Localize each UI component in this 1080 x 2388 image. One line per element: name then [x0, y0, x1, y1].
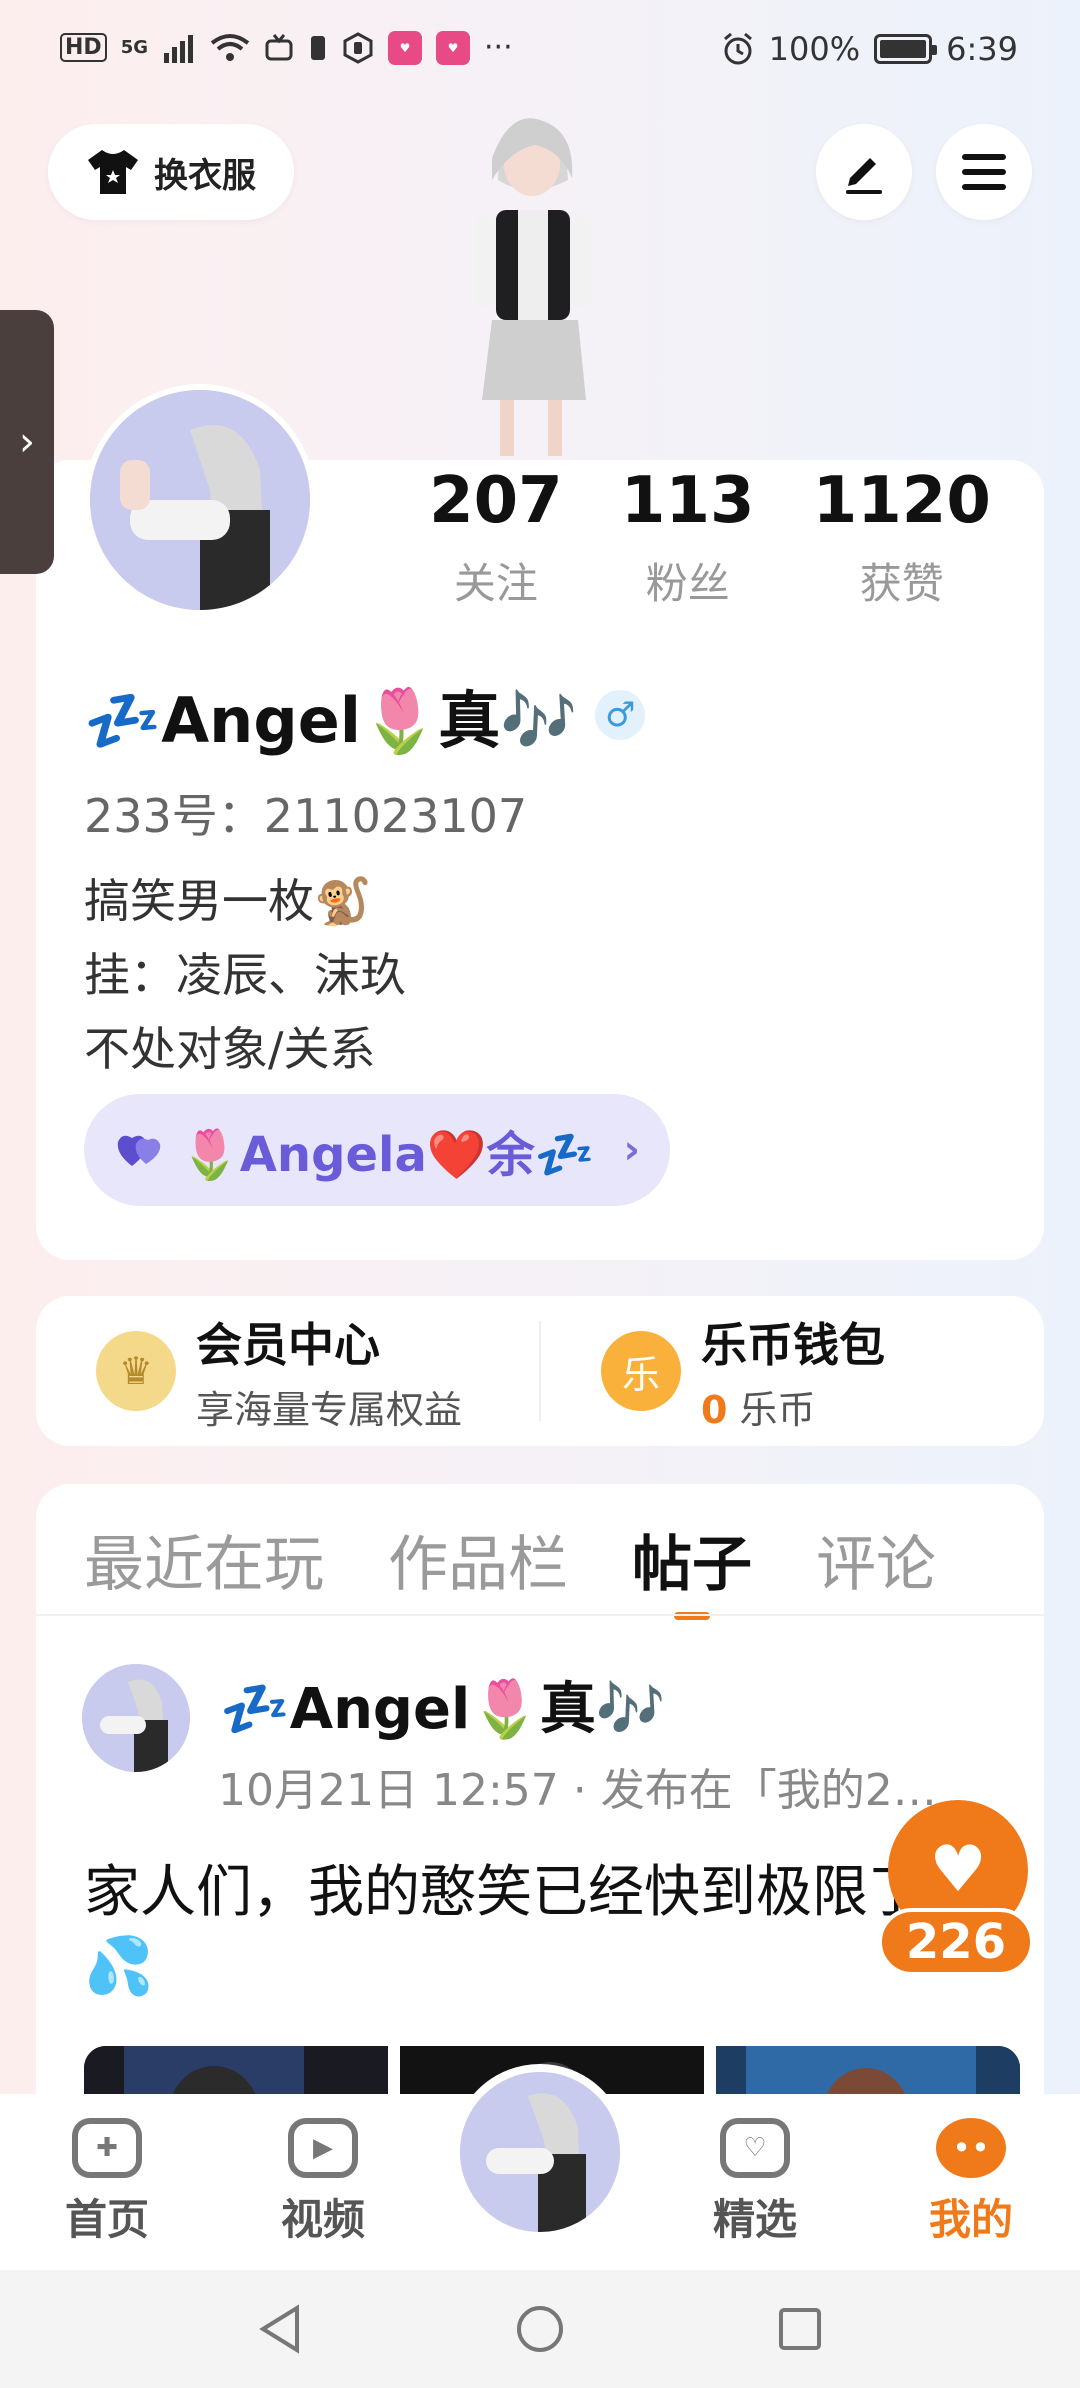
bio-line: 不处对象/关系: [84, 1022, 376, 1076]
more-notifications-icon: ···: [484, 30, 513, 65]
tab-works[interactable]: 作品栏: [388, 1516, 568, 1606]
home-circle-icon: [517, 2306, 563, 2352]
content-tabs: 最近在玩 作品栏 帖子 评论: [84, 1516, 936, 1620]
gender-male-icon: ♂: [595, 690, 646, 740]
sim-icon: [311, 35, 325, 60]
recents-button[interactable]: [770, 2299, 830, 2359]
nav-home[interactable]: ✚ 首页: [32, 2118, 182, 2247]
stat-value: 1120: [812, 464, 991, 538]
nav-label: 视频: [280, 2195, 365, 2244]
app-notification-icon: ♥: [436, 30, 470, 65]
stat-likes[interactable]: 1120 获赞: [813, 460, 991, 610]
hamburger-icon: [962, 154, 1006, 190]
back-button[interactable]: [250, 2299, 310, 2359]
nav-video[interactable]: ▶ 视频: [248, 2118, 398, 2247]
gamepad-icon: ✚: [72, 2118, 142, 2178]
network-indicator: 5G: [120, 37, 148, 58]
status-left: HD 5G ♥ ♥ ···: [60, 30, 513, 65]
nav-label: 首页: [64, 2195, 149, 2244]
edit-profile-button[interactable]: [816, 124, 912, 220]
hand-icon: [343, 31, 373, 64]
double-heart-icon: [117, 1135, 161, 1166]
cp-relationship-button[interactable]: 🌷Angela❤️余💤 ›: [84, 1094, 670, 1206]
profile-avatar[interactable]: [84, 384, 316, 616]
status-right: 100% 6:39: [721, 30, 1018, 68]
battery-percent: 100%: [768, 30, 861, 68]
stat-label: 粉丝: [645, 559, 730, 608]
tv-icon: [265, 33, 293, 60]
post-author-avatar[interactable]: [82, 1664, 190, 1772]
system-nav-bar: [0, 2270, 1080, 2388]
stat-label: 关注: [453, 559, 538, 608]
tabs-divider: [36, 1614, 1044, 1616]
profile-stats: 207 关注 113 粉丝 1120 获赞: [400, 460, 1020, 610]
post-author-name[interactable]: 💤Angel🌷真🎶: [220, 1664, 666, 1745]
member-center-button[interactable]: ♛ 会员中心 享海量专属权益: [36, 1316, 539, 1432]
shirt-icon: [88, 150, 138, 194]
side-drawer-toggle[interactable]: ›: [0, 310, 54, 574]
nav-label: 精选: [712, 2195, 797, 2244]
user-id[interactable]: 233号：211023107: [84, 780, 527, 846]
bio-line: 挂：凌辰、沫玖: [84, 948, 406, 1002]
crown-icon: ♛: [96, 1331, 176, 1411]
bottom-nav: ✚ 首页 ▶ 视频 ♡ 精选 •• 我的: [0, 2064, 1080, 2270]
coin-unit: 乐币: [739, 1387, 816, 1432]
cp-label: 🌷Angela❤️余💤: [180, 1127, 595, 1183]
profile-bio: 搞笑男一枚🐒 挂：凌辰、沫玖 不处对象/关系: [84, 864, 406, 1086]
status-bar: HD 5G ♥ ♥ ··· 100% 6:39: [0, 0, 1080, 110]
member-center-text: 会员中心 享海量专属权益: [196, 1309, 462, 1434]
wifi-icon: [210, 33, 250, 61]
profile-name: 💤Angel🌷真🎶: [84, 684, 578, 757]
chevron-right-icon: ›: [623, 1127, 640, 1173]
hd-indicator: HD: [60, 33, 107, 62]
chevron-right-icon: ›: [19, 419, 35, 465]
wallet-card: ♛ 会员中心 享海量专属权益 乐 乐币钱包 0 乐币: [36, 1296, 1044, 1446]
stat-following[interactable]: 207 关注: [429, 460, 563, 610]
app-notification-icon: ♥: [388, 30, 422, 65]
tab-comments[interactable]: 评论: [816, 1516, 936, 1606]
stat-followers[interactable]: 113 粉丝: [621, 460, 755, 610]
back-triangle-icon: [259, 2304, 299, 2354]
tab-recent-play[interactable]: 最近在玩: [84, 1516, 324, 1606]
coin-count: 0: [701, 1387, 728, 1432]
stat-value: 113: [620, 464, 755, 538]
bio-line: 搞笑男一枚🐒: [84, 874, 372, 928]
coin-wallet-button[interactable]: 乐 乐币钱包 0 乐币: [541, 1316, 1044, 1432]
recents-square-icon: [779, 2308, 821, 2350]
avatar-image: [82, 1664, 190, 1772]
tab-posts[interactable]: 帖子: [632, 1516, 752, 1620]
like-button[interactable]: ♥ 226: [878, 1800, 1034, 1980]
avatar-character[interactable]: [440, 100, 620, 460]
clock: 6:39: [946, 30, 1018, 68]
alarm-icon: [723, 32, 752, 65]
nav-featured[interactable]: ♡ 精选: [680, 2118, 830, 2247]
signal-icon: [164, 34, 193, 63]
stat-value: 207: [429, 464, 563, 538]
member-center-subtitle: 享海量专属权益: [196, 1387, 463, 1432]
battery-icon: [874, 34, 938, 64]
post-text[interactable]: 家人们，我的憨笑已经快到极限了💦: [84, 1856, 944, 2004]
nav-me[interactable]: •• 我的: [896, 2118, 1046, 2247]
coin-wallet-balance: 0 乐币: [701, 1379, 885, 1434]
coin-wallet-title: 乐币钱包: [701, 1317, 885, 1372]
coin-icon: 乐: [601, 1331, 681, 1411]
member-center-title: 会员中心: [196, 1317, 380, 1372]
coin-wallet-text: 乐币钱包 0 乐币: [701, 1309, 885, 1434]
video-icon: ▶: [288, 2118, 358, 2178]
stat-label: 获赞: [859, 559, 944, 608]
profile-name-row: 💤Angel🌷真🎶 ♂: [84, 670, 646, 760]
pen-icon: [846, 158, 882, 194]
face-icon: ••: [936, 2118, 1006, 2178]
change-outfit-label: 换衣服: [154, 155, 256, 196]
like-count: 226: [878, 1908, 1034, 1976]
menu-button[interactable]: [936, 124, 1032, 220]
avatar-image: [460, 2072, 620, 2232]
nav-center-avatar[interactable]: [452, 2064, 628, 2240]
battery-fill: [880, 40, 927, 58]
change-outfit-button[interactable]: 换衣服: [48, 124, 294, 220]
nav-label: 我的: [928, 2195, 1013, 2244]
home-button[interactable]: [510, 2299, 570, 2359]
heart-chat-icon: ♡: [720, 2118, 790, 2178]
